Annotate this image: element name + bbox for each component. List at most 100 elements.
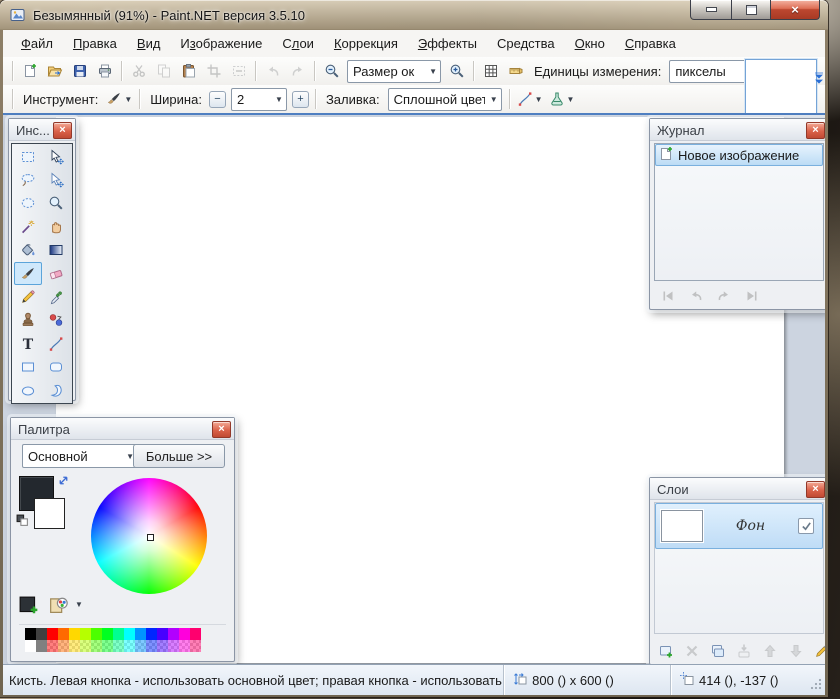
zoom-tool[interactable] (42, 192, 70, 215)
minimize-button[interactable] (690, 0, 732, 20)
delete-layer-button[interactable] (681, 641, 702, 661)
menu-item-эффекты[interactable]: Эффекты (408, 31, 487, 56)
ruler-toggle-button[interactable] (503, 59, 528, 83)
pencil-tool[interactable] (14, 285, 42, 308)
width-increase-button[interactable]: + (292, 91, 309, 108)
ellipse-select-tool[interactable] (14, 192, 42, 215)
paintbrush-tool[interactable] (14, 262, 42, 285)
palette-manager-icon[interactable] (47, 594, 69, 616)
menu-item-окно[interactable]: Окно (565, 31, 615, 56)
menu-item-слои[interactable]: Слои (272, 31, 324, 56)
color-swatch[interactable] (168, 628, 179, 640)
color-swatch[interactable] (25, 640, 36, 652)
brush-width-combo[interactable]: 2▼ (231, 88, 287, 111)
history-undo-button[interactable] (686, 287, 706, 305)
pan-tool[interactable] (42, 215, 70, 238)
menu-item-изображение[interactable]: Изображение (170, 31, 272, 56)
paint-bucket-tool[interactable] (14, 239, 42, 262)
cut-button[interactable] (126, 59, 151, 83)
color-swatch[interactable] (157, 628, 168, 640)
secondary-color-swatch[interactable] (34, 498, 65, 529)
palette-window-titlebar[interactable]: Палитра × (11, 418, 234, 440)
current-tool-dropdown[interactable]: ▼ (106, 91, 132, 107)
color-swatch[interactable] (124, 628, 135, 640)
undo-button[interactable] (260, 59, 285, 83)
antialiasing-dropdown[interactable]: ▼ (549, 91, 575, 107)
redo-button[interactable] (285, 59, 310, 83)
color-swatch[interactable] (102, 628, 113, 640)
menu-item-файл[interactable]: Файл (11, 31, 63, 56)
color-swatch[interactable] (102, 640, 113, 652)
history-fast-forward-button[interactable] (742, 287, 762, 305)
image-thumbnail[interactable] (745, 59, 817, 114)
color-picker-tool[interactable] (42, 285, 70, 308)
color-swatch[interactable] (179, 628, 190, 640)
history-redo-button[interactable] (714, 287, 734, 305)
paste-button[interactable] (176, 59, 201, 83)
history-rewind-button[interactable] (658, 287, 678, 305)
zoom-level-combo[interactable]: Размер ок▼ (347, 60, 441, 83)
magic-wand-tool[interactable] (14, 215, 42, 238)
color-swatch[interactable] (190, 628, 201, 640)
crop-to-selection-button[interactable] (201, 59, 226, 83)
layer-visibility-checkbox[interactable] (798, 518, 814, 534)
add-color-icon[interactable] (19, 596, 39, 616)
deselect-button[interactable] (226, 59, 251, 83)
move-layer-down-button[interactable] (785, 641, 806, 661)
eraser-tool[interactable] (42, 262, 70, 285)
color-swatch[interactable] (135, 640, 146, 652)
color-swatch[interactable] (25, 628, 36, 640)
layers-window-close-button[interactable]: × (806, 481, 825, 498)
history-window-titlebar[interactable]: Журнал × (650, 119, 825, 141)
rectangle-select-tool[interactable] (14, 145, 42, 168)
tools-window-titlebar[interactable]: Инс... × (9, 119, 75, 141)
palette-manager-chevron-icon[interactable]: ▼ (75, 600, 83, 609)
color-swatch[interactable] (179, 640, 190, 652)
ellipse-tool[interactable] (14, 379, 42, 402)
resize-grip[interactable] (807, 675, 823, 691)
color-swatch[interactable] (135, 628, 146, 640)
color-swatch[interactable] (146, 628, 157, 640)
menu-item-правка[interactable]: Правка (63, 31, 127, 56)
tools-window-close-button[interactable]: × (53, 122, 72, 139)
zoom-out-button[interactable] (319, 59, 344, 83)
color-swatch[interactable] (146, 640, 157, 652)
color-swatch[interactable] (80, 628, 91, 640)
layers-window-titlebar[interactable]: Слои × (650, 478, 825, 500)
color-swatch[interactable] (47, 628, 58, 640)
color-swatch[interactable] (124, 640, 135, 652)
menu-item-вид[interactable]: Вид (127, 31, 171, 56)
rounded-rectangle-tool[interactable] (42, 356, 70, 379)
color-swatch[interactable] (91, 640, 102, 652)
color-swatch[interactable] (58, 640, 69, 652)
rectangle-tool[interactable] (14, 356, 42, 379)
color-swatch[interactable] (157, 640, 168, 652)
save-button[interactable] (67, 59, 92, 83)
title-bar[interactable]: Безымянный (91%) - Paint.NET версия 3.5.… (0, 0, 828, 30)
layer-row[interactable]: Фон (655, 503, 823, 549)
lasso-select-tool[interactable] (14, 168, 42, 191)
grid-toggle-button[interactable] (478, 59, 503, 83)
swap-colors-icon[interactable] (57, 474, 70, 487)
move-layer-up-button[interactable] (759, 641, 780, 661)
reset-colors-icon[interactable] (16, 514, 29, 527)
palette-more-button[interactable]: Больше >> (133, 444, 225, 468)
color-swatch[interactable] (58, 628, 69, 640)
fill-style-combo[interactable]: Сплошной цвет▼ (388, 88, 502, 111)
menu-item-коррекция[interactable]: Коррекция (324, 31, 408, 56)
color-swatch[interactable] (190, 640, 201, 652)
duplicate-layer-button[interactable] (707, 641, 728, 661)
zoom-in-button[interactable] (444, 59, 469, 83)
copy-button[interactable] (151, 59, 176, 83)
text-tool[interactable]: T (14, 332, 42, 355)
color-swatch[interactable] (91, 628, 102, 640)
history-window-close-button[interactable]: × (806, 122, 825, 139)
layer-properties-button[interactable] (811, 641, 825, 661)
maximize-button[interactable] (732, 0, 771, 20)
color-swatch[interactable] (36, 628, 47, 640)
open-button[interactable] (42, 59, 67, 83)
width-decrease-button[interactable]: − (209, 91, 226, 108)
line-style-dropdown[interactable]: ▼ (517, 91, 543, 107)
color-swatch[interactable] (69, 628, 80, 640)
color-swatch[interactable] (69, 640, 80, 652)
